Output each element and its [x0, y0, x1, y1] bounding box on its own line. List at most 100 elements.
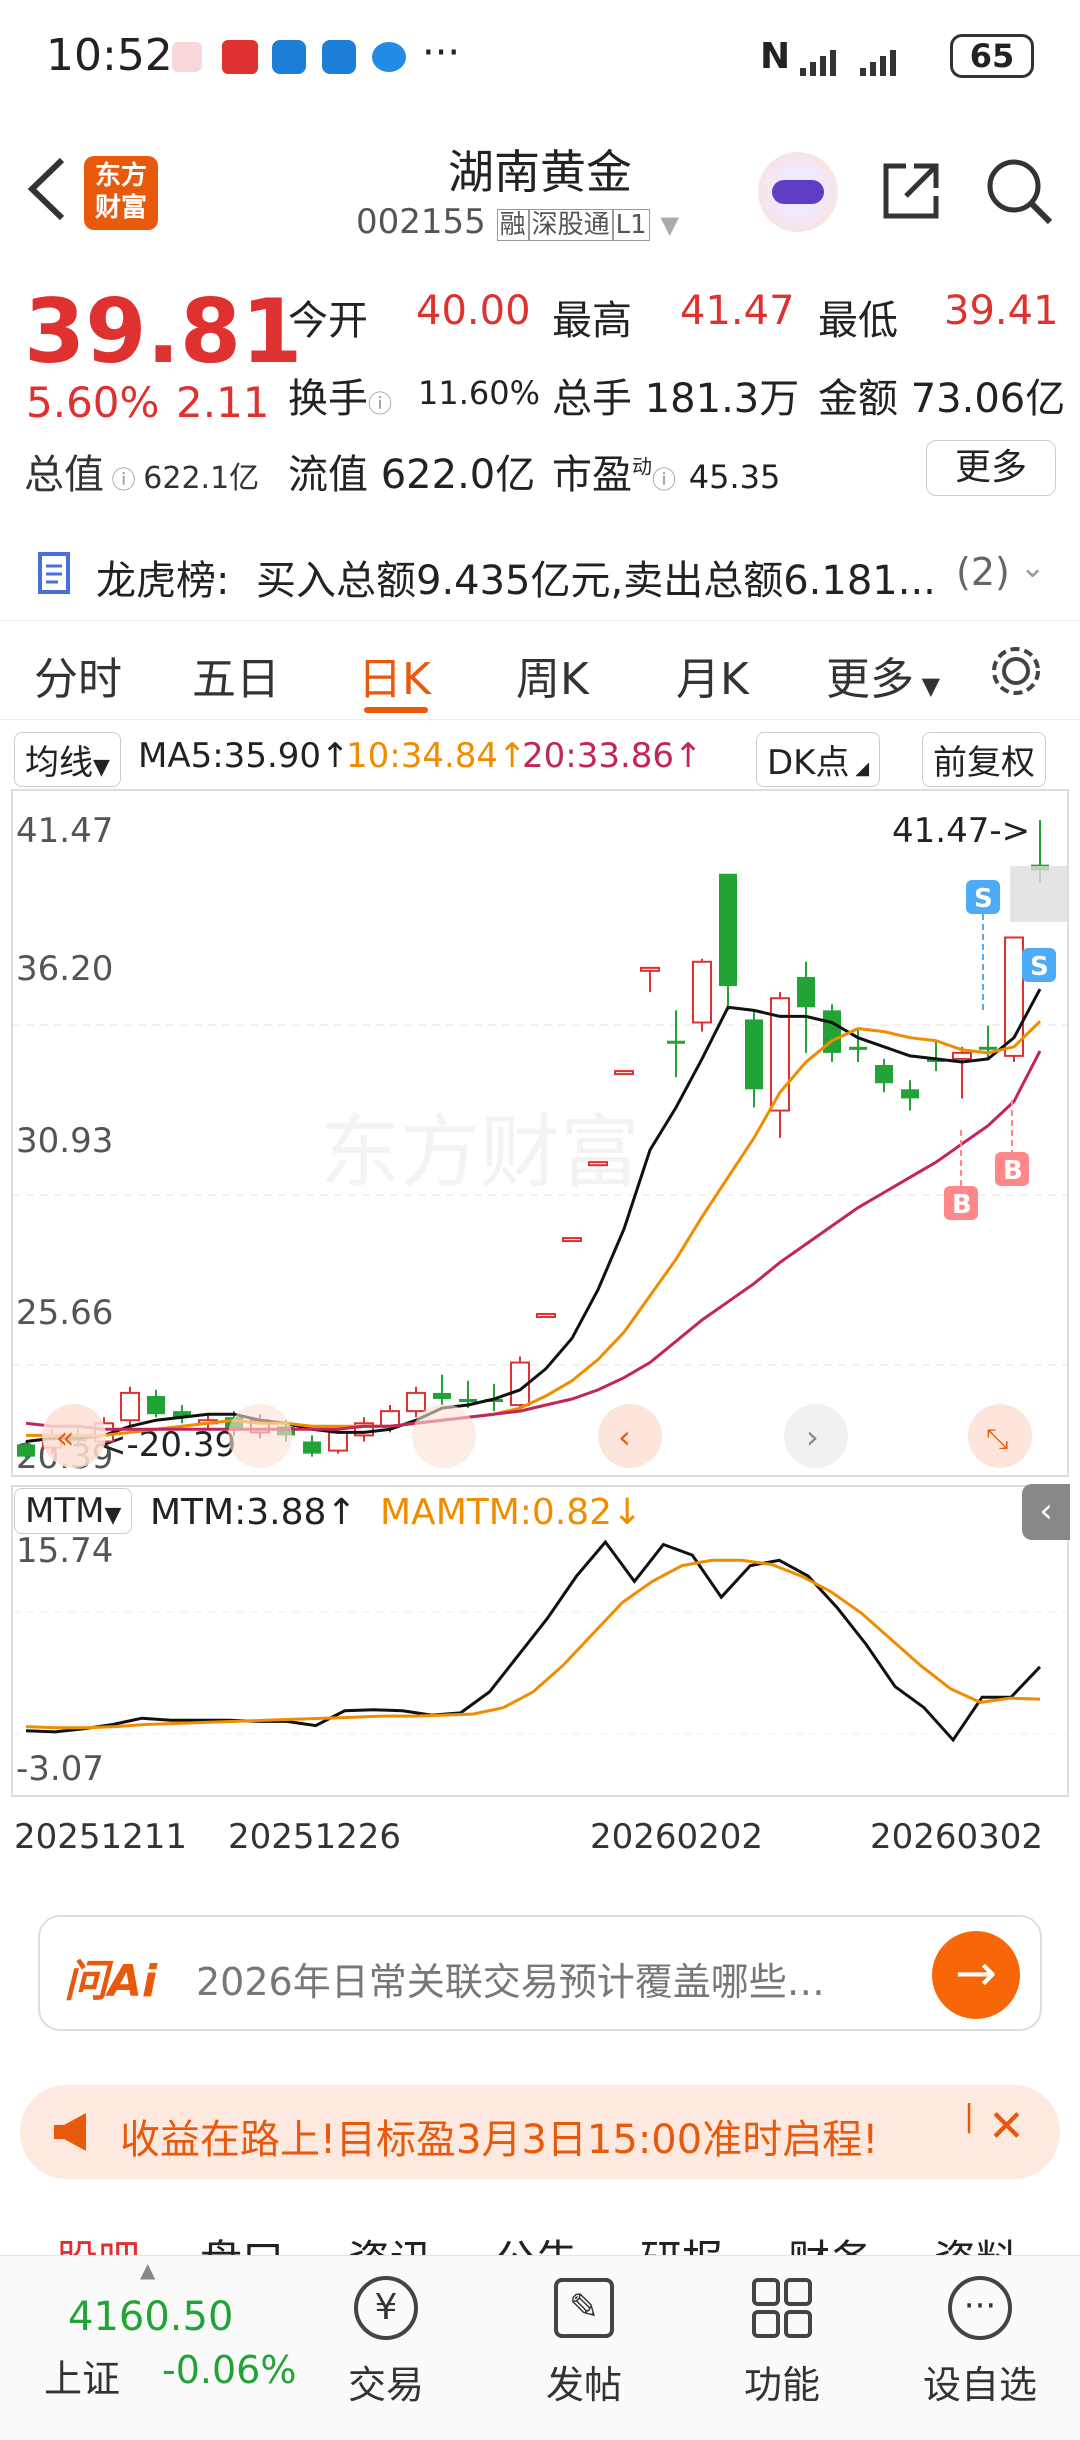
candle-body [147, 1395, 165, 1415]
svg-text:‹: ‹ [618, 1418, 631, 1456]
candle-body [328, 1431, 348, 1452]
megaphone-icon [54, 2113, 86, 2151]
app-notification-icon [322, 40, 356, 74]
functions-button[interactable]: 功能 [702, 2276, 862, 2409]
candle-body [303, 1441, 321, 1454]
tab-announcements[interactable]: 公告 [494, 2227, 578, 2255]
promo-banner[interactable]: 收益在路上!目标盈3月3日15:00准时启程! | ✕ [20, 2085, 1060, 2179]
svg-text:›: › [806, 1418, 819, 1456]
tab-five-day[interactable]: 五日 [192, 643, 280, 707]
candle-body [614, 1070, 634, 1076]
turnover-value: 11.60% [418, 374, 541, 412]
x-label-0: 20251211 [14, 1817, 187, 1857]
nfc-icon: N [760, 36, 791, 77]
y-label-2: 30.93 [16, 1121, 113, 1161]
indicator-selector[interactable]: MTM▼ [14, 1488, 133, 1534]
collapse-panel-icon[interactable]: ‹ [1022, 1484, 1070, 1540]
tab-daily-k[interactable]: 日K [358, 643, 431, 707]
svg-text:⤡: ⤡ [986, 1422, 1008, 1455]
nav-bar: 东方 财富 湖南黄金 002155 融深股通 L1 ▼ [0, 130, 1080, 260]
turnover-label: 换手ⓘ [288, 376, 392, 422]
float-cap-row: 流值 622.0亿 [288, 452, 536, 498]
stock-code: 002155 [356, 202, 486, 242]
candle-body [952, 1051, 972, 1060]
index-pct: -0.06% [162, 2348, 297, 2392]
tab-profile[interactable]: 资料 [934, 2227, 1018, 2255]
settings-gear-icon[interactable] [986, 641, 1046, 701]
active-tab-indicator [364, 707, 428, 713]
tab-research[interactable]: 研报 [640, 2227, 724, 2255]
open-value: 40.00 [416, 288, 531, 334]
candle-body [719, 873, 737, 987]
app-notification-icon [222, 40, 258, 74]
dragon-tiger-text: 买入总额9.435亿元,卖出总额6.181... [256, 558, 936, 604]
tab-weekly-k[interactable]: 周K [516, 643, 589, 707]
ma10-line [26, 1020, 1042, 1437]
document-icon [38, 552, 70, 594]
tab-finance[interactable]: 财务 [788, 2227, 872, 2255]
market-cap-row: 总值 ⓘ 622.1亿 [24, 452, 260, 498]
edit-icon: ✎ [554, 2278, 614, 2338]
candle-body [562, 1237, 582, 1243]
chevron-down-icon: ▼ [660, 211, 679, 239]
candle-body [17, 1444, 35, 1457]
ma10-value: 10:34.84↑ [346, 736, 527, 776]
chevron-down-icon: ⌄ [1020, 550, 1046, 585]
arrow-right-icon[interactable]: → [932, 1931, 1020, 2019]
close-icon[interactable]: ✕ [988, 2101, 1025, 2152]
share-icon[interactable] [876, 156, 946, 226]
open-label: 今开 [288, 298, 368, 344]
kline-chart-area: 均线▼ MA5:35.90↑ 10:34.84↑ 20:33.86↑ DK点 ◢… [0, 720, 1080, 1880]
candle-body [875, 1065, 893, 1084]
ma-selector[interactable]: 均线▼ [14, 732, 121, 787]
mtm-y-label-bottom: -3.07 [16, 1749, 104, 1789]
candle-body [745, 1019, 763, 1090]
svg-text:«: « [56, 1421, 74, 1456]
ask-ai-bar[interactable]: 问Ai 2026年日常关联交易预计覆盖哪些… → [38, 1915, 1042, 2031]
mtm-value: MTM:3.88↑ [150, 1492, 357, 1533]
dragon-tiger-bar[interactable]: 龙虎榜: 买入总额9.435亿元,卖出总额6.181... (2) ⌄ [0, 520, 1080, 620]
tab-forum[interactable]: 股吧 [56, 2227, 140, 2255]
connect-badge: 深股通 [528, 209, 613, 241]
candle-body [849, 1046, 867, 1050]
add-watchlist-button[interactable]: ··· 设自选 [900, 2276, 1060, 2409]
promo-text: 收益在路上!目标盈3月3日15:00准时启程! [120, 2117, 879, 2163]
x-label-3: 20260302 [870, 1817, 1043, 1857]
ma20-value: 20:33.86↑ [522, 736, 703, 776]
yen-icon: ¥ [354, 2276, 418, 2340]
index-name: 上证 [44, 2357, 121, 2401]
margin-badge: 融 [496, 209, 529, 241]
tab-more[interactable]: 更多 ▼ [826, 643, 940, 707]
stock-code-row[interactable]: 002155 融深股通 L1 ▼ [356, 202, 679, 242]
current-price: 39.81 [24, 280, 303, 383]
ask-ai-brand: 问Ai [64, 1956, 158, 2007]
high-label: 最高 [552, 298, 632, 344]
candle-body [433, 1392, 451, 1399]
index-ticker[interactable]: ▲ 4160.50 上证 -0.06% [20, 2258, 320, 2406]
search-icon[interactable] [984, 156, 1054, 226]
tab-intraday[interactable]: 分时 [34, 643, 122, 707]
adjust-mode-button[interactable]: 前复权 [922, 732, 1046, 787]
more-button[interactable]: 更多 [926, 440, 1056, 496]
kline-svg[interactable]: 东方财富 41.47 36.20 30.93 25.66 20.39 41.47… [0, 780, 1080, 1880]
candle-body [640, 966, 660, 972]
watermark: 东方财富 [320, 1106, 640, 1199]
y-label-0: 41.47 [16, 811, 113, 851]
battery-level: 65 [969, 37, 1015, 75]
post-button[interactable]: ✎ 发帖 [504, 2276, 664, 2409]
trade-button[interactable]: ¥ 交易 [306, 2276, 466, 2409]
price-change-pct: 5.60% [26, 378, 160, 427]
svg-text:S: S [974, 884, 993, 914]
tab-news[interactable]: 资讯 [348, 2227, 432, 2255]
candle-body [692, 960, 712, 1024]
dk-point-button[interactable]: DK点 ◢ [756, 732, 881, 787]
candle-body [459, 1398, 477, 1403]
volume-row: 总手 181.3万 [552, 376, 800, 422]
ask-ai-prompt: 2026年日常关联交易预计覆盖哪些… [196, 1960, 825, 2004]
tab-orderbook[interactable]: 盘口 [200, 2227, 284, 2255]
assistant-avatar-icon[interactable] [758, 152, 838, 232]
pe-row: 市盈动ⓘ 45.35 [552, 452, 781, 498]
candle-body [588, 1161, 608, 1167]
tab-monthly-k[interactable]: 月K [676, 643, 749, 707]
x-label-2: 20260202 [590, 1817, 763, 1857]
